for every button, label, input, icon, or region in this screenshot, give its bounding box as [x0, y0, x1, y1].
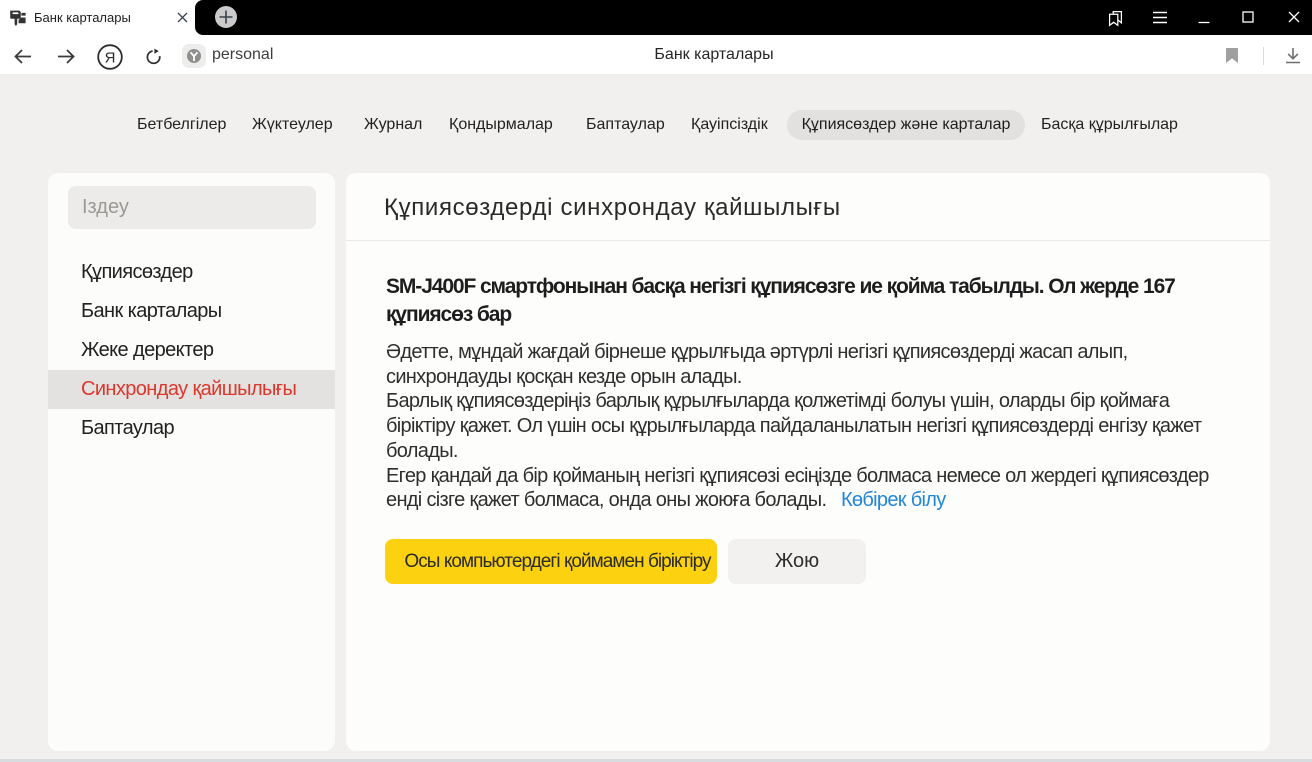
svg-text:Я: Я — [105, 50, 116, 67]
